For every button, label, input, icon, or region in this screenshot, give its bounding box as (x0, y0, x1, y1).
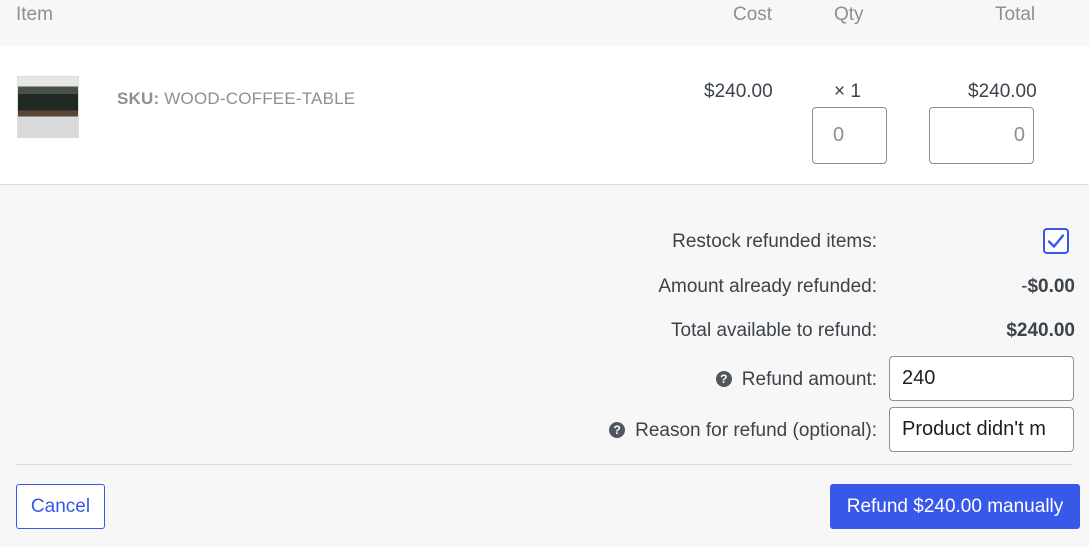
help-icon[interactable]: ? (609, 422, 626, 438)
cancel-button[interactable]: Cancel (16, 484, 105, 529)
column-header-total: Total (995, 4, 1036, 25)
restock-label: Restock refunded items: (672, 231, 877, 252)
reason-label-row: ? Reason for refund (optional): (277, 420, 877, 442)
refund-manually-button[interactable]: Refund $240.00 manually (830, 484, 1080, 529)
item-quantity: × 1 (834, 81, 861, 102)
refund-quantity-input[interactable] (812, 107, 887, 164)
table-row: SKU: WOOD-COFFEE-TABLE $240.00 × 1 $240.… (0, 46, 1089, 185)
column-header-item: Item (16, 4, 53, 25)
product-thumbnail[interactable] (17, 76, 79, 138)
available-label: Total available to refund: (671, 320, 877, 341)
reason-input[interactable] (889, 407, 1074, 452)
refund-amount-input[interactable] (889, 356, 1074, 401)
sku-value: WOOD-COFFEE-TABLE (164, 89, 356, 108)
table-header: Item Cost Qty Total (0, 0, 1089, 46)
refund-total-input[interactable] (929, 107, 1034, 164)
item-cost: $240.00 (704, 81, 773, 102)
refund-amount-label: Refund amount: (741, 369, 877, 390)
item-total: $240.00 (968, 81, 1037, 102)
sku-label: SKU: (117, 89, 160, 108)
reason-label: Reason for refund (optional): (635, 420, 877, 441)
already-refunded-label: Amount already refunded: (658, 276, 877, 297)
column-header-qty: Qty (834, 4, 864, 25)
column-header-cost: Cost (733, 4, 773, 25)
refund-amount-label-row: ? Refund amount: (277, 369, 877, 391)
already-refunded-amount: $0.00 (1027, 276, 1075, 297)
help-icon[interactable]: ? (715, 371, 732, 387)
restock-checkbox[interactable] (1043, 228, 1069, 254)
available-value: $240.00 (1006, 320, 1075, 341)
already-refunded-value: -$0.00 (875, 276, 1075, 298)
product-sku: SKU: WOOD-COFFEE-TABLE (117, 89, 355, 109)
divider (16, 464, 1073, 465)
checkmark-icon (1047, 234, 1065, 248)
